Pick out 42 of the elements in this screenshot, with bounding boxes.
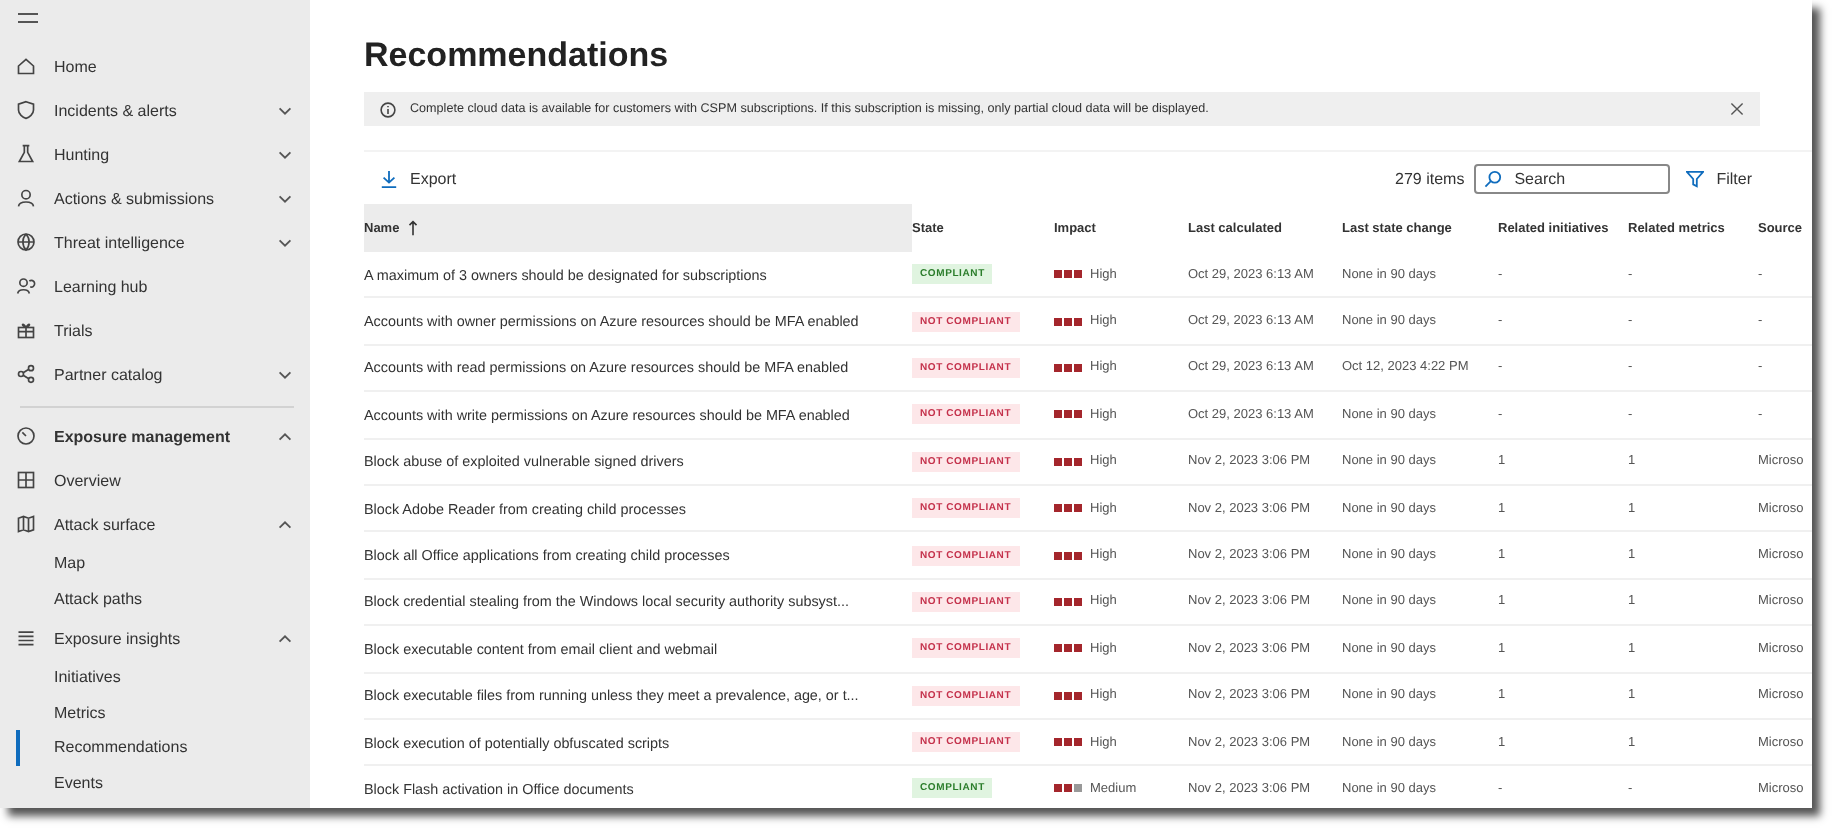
page-title: Recommendations <box>364 36 671 76</box>
item-count: 279 items <box>1395 169 1465 187</box>
info-icon <box>380 101 396 117</box>
search-icon <box>1484 169 1503 187</box>
filter-icon <box>1686 169 1705 187</box>
nav-subitem[interactable]: Attack paths <box>16 581 143 616</box>
map-icon <box>16 514 36 534</box>
download-icon <box>380 169 398 187</box>
close-icon[interactable] <box>1730 102 1744 116</box>
gift-icon <box>16 320 36 340</box>
nav-item[interactable]: Trials <box>16 308 310 352</box>
nav-item[interactable]: Home <box>16 44 310 88</box>
nav-subitem[interactable]: Events <box>16 765 103 800</box>
people-icon <box>16 276 36 296</box>
nav-item[interactable]: Partner catalog <box>16 352 310 396</box>
nav-item[interactable]: Threat intelligence <box>16 220 310 264</box>
sort-up-icon <box>407 220 418 236</box>
nav-subitem[interactable]: Initiatives <box>16 660 121 695</box>
shield-icon <box>16 100 36 120</box>
nav-item[interactable]: Incidents & alerts <box>16 88 310 132</box>
nav-subitem[interactable]: Map <box>16 546 86 581</box>
nav-subitem[interactable]: Recommendations <box>16 730 188 765</box>
list-icon <box>16 628 36 648</box>
home-icon <box>16 56 36 76</box>
nodes-icon <box>16 364 36 384</box>
nav-item[interactable]: Exposure insights <box>16 616 310 660</box>
menu-icon[interactable] <box>18 12 38 24</box>
nav-subitem[interactable]: Metrics <box>16 695 106 730</box>
nav-item[interactable]: Hunting <box>16 132 310 176</box>
search-field[interactable]: Search <box>1474 163 1671 193</box>
nav-item[interactable]: Learning hub <box>16 264 310 308</box>
nav-item[interactable]: Actions & submissions <box>16 176 310 220</box>
nav-item[interactable]: Overview <box>16 458 310 502</box>
export-button[interactable]: Export <box>364 169 469 187</box>
filter-button[interactable]: Filter <box>1670 169 1764 187</box>
nav-section-header[interactable]: Exposure management <box>16 414 310 458</box>
grid-icon <box>16 470 36 490</box>
person-icon <box>16 188 36 208</box>
globe-icon <box>16 232 36 252</box>
nav-item[interactable]: Attack surface <box>16 502 310 546</box>
gauge-icon <box>16 426 36 446</box>
flask-icon <box>16 144 36 164</box>
